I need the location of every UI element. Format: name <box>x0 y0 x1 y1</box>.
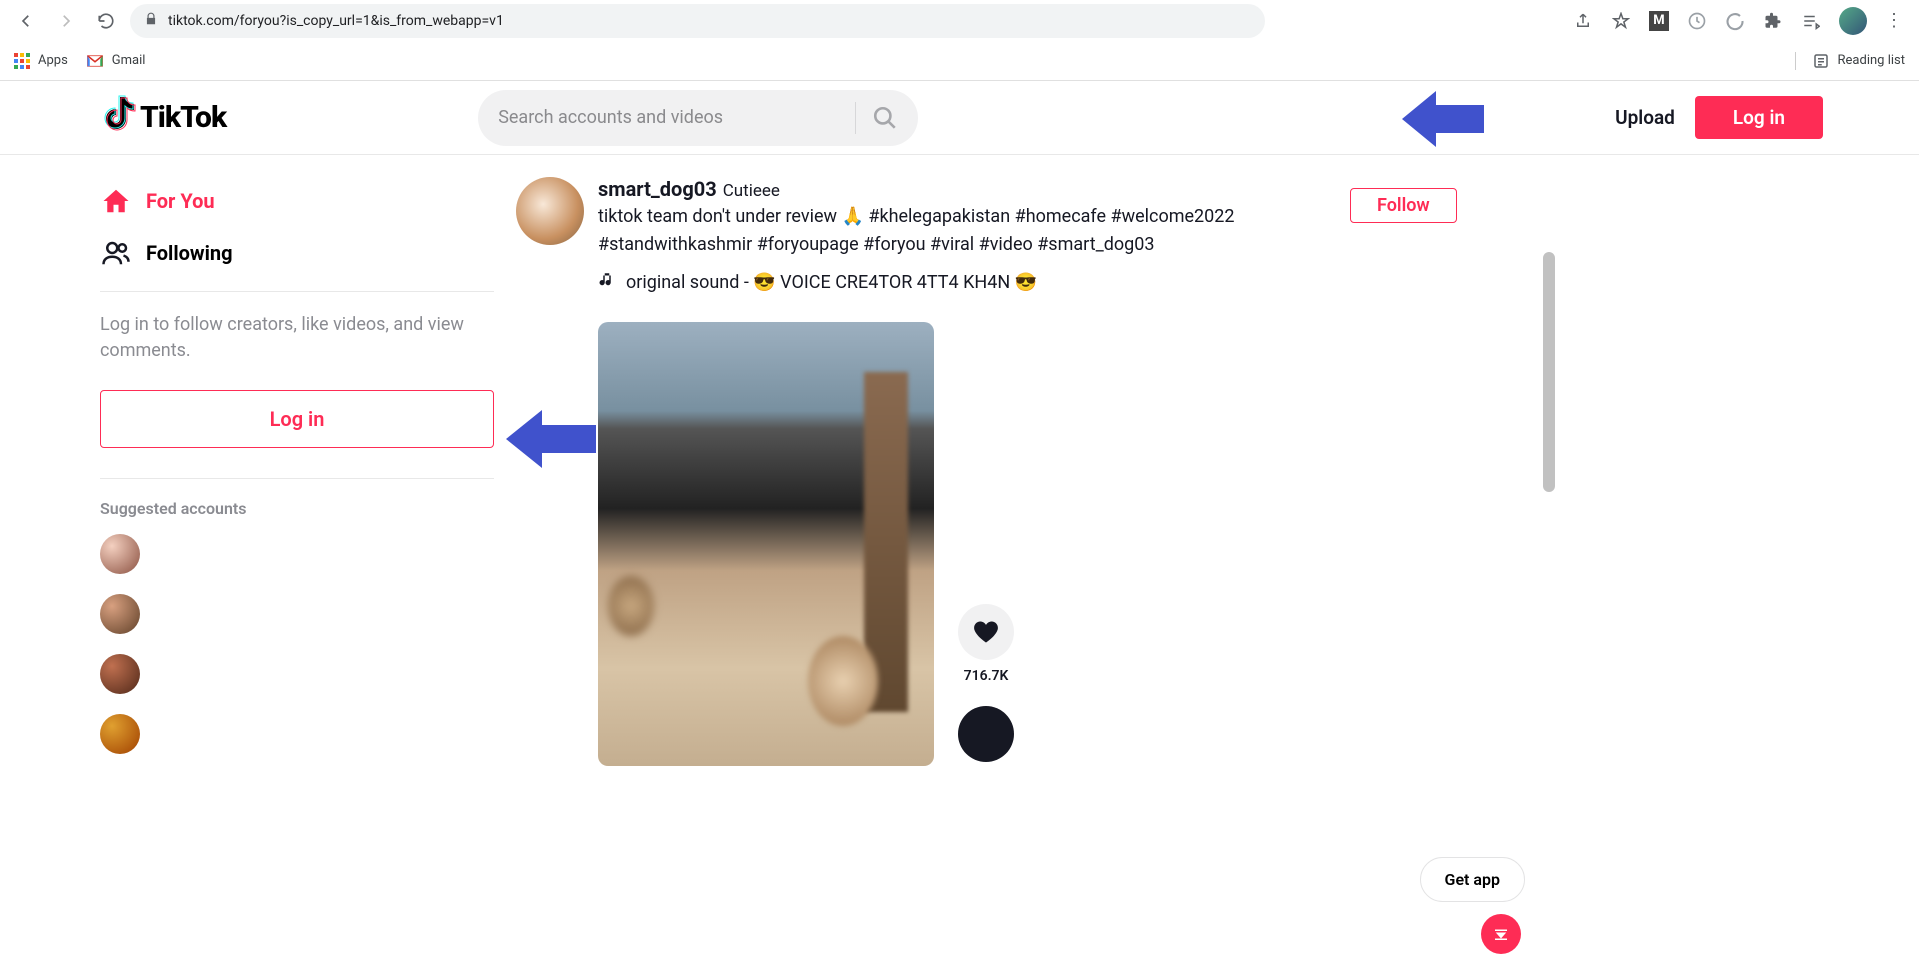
nav-following-label: Following <box>146 241 233 265</box>
login-button-sidebar[interactable]: Log in <box>100 390 494 448</box>
video-area: 716.7K <box>598 322 1248 766</box>
heart-icon <box>972 618 1000 646</box>
tiktok-logo[interactable]: TikTok <box>104 95 226 140</box>
search-divider <box>855 102 856 134</box>
gmail-shortcut[interactable]: Gmail <box>86 53 146 68</box>
lock-icon <box>144 12 158 30</box>
like-count: 716.7K <box>964 668 1009 684</box>
extensions-icon[interactable] <box>1763 11 1783 31</box>
playlist-icon[interactable] <box>1801 11 1821 31</box>
comment-button[interactable] <box>958 706 1014 762</box>
share-icon[interactable] <box>1573 11 1593 31</box>
profile-avatar[interactable] <box>1839 7 1867 35</box>
tiktok-note-icon <box>104 95 136 140</box>
star-icon[interactable] <box>1611 11 1631 31</box>
post-sound[interactable]: original sound - 😎 VOICE CRE4TOR 4TT4 KH… <box>598 271 1248 294</box>
suggested-account[interactable] <box>100 594 140 634</box>
sidebar: For You Following Log in to follow creat… <box>0 155 356 766</box>
reload-button[interactable] <box>90 5 122 37</box>
apps-label: Apps <box>38 53 68 68</box>
reading-list-label: Reading list <box>1838 53 1905 68</box>
search-icon <box>872 105 898 131</box>
divider <box>100 478 494 479</box>
address-bar[interactable]: tiktok.com/foryou?is_copy_url=1&is_from_… <box>130 4 1265 38</box>
gmail-icon <box>86 54 104 68</box>
post-info: smart_dog03 Cutieee tiktok team don't un… <box>598 177 1248 294</box>
scrollbar-thumb[interactable] <box>1543 252 1555 492</box>
apps-shortcut[interactable]: Apps <box>14 53 68 69</box>
feed: smart_dog03 Cutieee tiktok team don't un… <box>516 155 1248 766</box>
music-note-icon <box>598 271 616 294</box>
suggested-account[interactable] <box>100 654 140 694</box>
like-button[interactable] <box>958 604 1014 660</box>
post-username[interactable]: smart_dog03 <box>598 177 717 201</box>
reading-list-icon <box>1812 52 1830 70</box>
forward-button[interactable] <box>50 5 82 37</box>
home-icon <box>100 186 132 216</box>
search-input[interactable] <box>498 107 851 128</box>
nav-following[interactable]: Following <box>100 227 356 279</box>
gmail-label: Gmail <box>112 53 146 68</box>
scroll-to-top-button[interactable] <box>1481 914 1521 954</box>
login-prompt-text: Log in to follow creators, like videos, … <box>100 312 494 364</box>
header-right: Upload Log in <box>1615 96 1823 139</box>
tiktok-logo-text: TikTok <box>140 100 226 135</box>
extension-c-icon[interactable] <box>1725 11 1745 31</box>
follow-button[interactable]: Follow <box>1350 188 1457 223</box>
scrollbar[interactable] <box>1543 160 1557 960</box>
annotation-arrow-login-sidebar <box>506 410 596 468</box>
nav-for-you[interactable]: For You <box>100 175 356 227</box>
get-app-button[interactable]: Get app <box>1420 857 1525 902</box>
video-actions: 716.7K <box>958 604 1014 766</box>
main-content: For You Following Log in to follow creat… <box>0 155 1919 766</box>
reading-list[interactable]: Reading list <box>1795 52 1905 70</box>
extension-m-icon[interactable]: M <box>1649 11 1669 31</box>
back-button[interactable] <box>10 5 42 37</box>
suggested-account[interactable] <box>100 714 140 754</box>
suggested-accounts-title: Suggested accounts <box>100 499 356 518</box>
nav-for-you-label: For You <box>146 189 215 213</box>
post-nickname: Cutieee <box>723 181 780 201</box>
toolbar-icons: M ⋮ <box>1573 7 1909 35</box>
people-icon <box>100 238 132 268</box>
search-button[interactable] <box>860 93 910 143</box>
video-player[interactable] <box>598 322 934 766</box>
post-header: smart_dog03 Cutieee tiktok team don't un… <box>516 177 1248 294</box>
chrome-menu-icon[interactable]: ⋮ <box>1885 10 1903 31</box>
extension-g-icon[interactable] <box>1687 11 1707 31</box>
tiktok-header: TikTok Upload Log in <box>0 81 1919 155</box>
search-box <box>478 90 918 146</box>
post-user-line: smart_dog03 Cutieee <box>598 177 1248 201</box>
chevron-up-icon <box>1492 925 1510 943</box>
divider <box>100 291 494 292</box>
url-text: tiktok.com/foryou?is_copy_url=1&is_from_… <box>168 13 504 29</box>
suggested-account[interactable] <box>100 534 140 574</box>
upload-link[interactable]: Upload <box>1615 106 1675 129</box>
login-button-header[interactable]: Log in <box>1695 96 1823 139</box>
browser-toolbar: tiktok.com/foryou?is_copy_url=1&is_from_… <box>0 0 1919 41</box>
apps-icon <box>14 53 30 69</box>
annotation-arrow-login-header <box>1402 91 1484 147</box>
bookmarks-bar: Apps Gmail Reading list <box>0 41 1919 81</box>
suggested-accounts-list <box>100 534 356 754</box>
post-caption: tiktok team don't under review 🙏 #kheleg… <box>598 203 1248 259</box>
post-author-avatar[interactable] <box>516 177 584 245</box>
post-sound-text: original sound - 😎 VOICE CRE4TOR 4TT4 KH… <box>626 272 1037 293</box>
